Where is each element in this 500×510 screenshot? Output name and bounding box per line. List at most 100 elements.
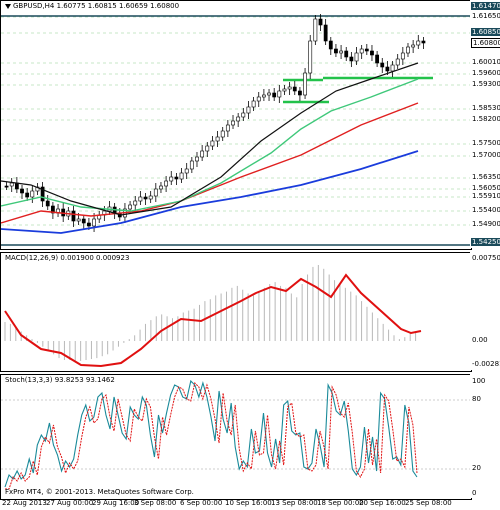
candle-body: [133, 200, 138, 206]
copyright-footer: FxPro MT4, © 2001-2013. MetaQuotes Softw…: [5, 488, 194, 496]
candle-body: [25, 192, 30, 198]
price-tick-label: 1.60850: [471, 28, 500, 36]
time-tick-label: 29 Aug 16:00: [92, 499, 140, 507]
candle-body: [328, 40, 333, 50]
collapse-triangle-icon: [5, 3, 11, 9]
time-tick-label: 13 Sep 08:00: [271, 499, 318, 507]
candle-body: [148, 195, 153, 200]
candle-body: [76, 218, 81, 222]
candle-body: [92, 218, 96, 227]
candle-body: [385, 66, 390, 72]
ma-green-line: [1, 78, 419, 212]
candle-body: [225, 124, 230, 132]
candle-body: [282, 88, 287, 92]
candle-body: [354, 52, 359, 62]
candle-body: [179, 172, 184, 180]
price-tick-label: 1.58530: [472, 104, 500, 112]
price-tick-label: 1.58200: [472, 115, 500, 123]
price-tick-label: 1.56050: [472, 184, 500, 192]
stoch-label: Stoch(13,3,3) 93.8253 93.1462: [5, 376, 115, 384]
candle-body: [421, 40, 426, 44]
price-tick-label: 1.61650: [472, 12, 500, 20]
stoch-tick-label: 0: [472, 489, 477, 497]
stoch-tick-label: 100: [472, 377, 486, 385]
candle-body: [210, 140, 215, 147]
candle-body: [128, 204, 132, 210]
macd-plot: [4, 265, 422, 368]
candle-body: [375, 54, 380, 64]
candle-body: [277, 90, 282, 98]
candle-body: [272, 92, 277, 98]
time-tick-label: 6 Sep 00:00: [180, 499, 223, 507]
price-axis: 1.61470 1.61650 1.60850 1.60800 1.60010 1.596…: [470, 0, 500, 248]
price-tick-label: 1.55400: [472, 206, 500, 214]
symbol-label: GBPUSD,H4: [13, 2, 55, 10]
candle-body: [138, 196, 143, 202]
candle-body: [30, 190, 35, 198]
candle-body: [87, 222, 91, 227]
price-tick-label: 1.54250: [471, 238, 500, 246]
candle-body: [292, 86, 297, 92]
price-tick-label: 1.56350: [472, 173, 500, 181]
macd-tick-label: 0.00: [472, 336, 488, 344]
candle-body: [20, 188, 24, 194]
time-tick-label: 27 Aug 00:00: [46, 499, 94, 507]
candle-body: [251, 100, 256, 108]
price-tick-label: 1.54900: [472, 220, 500, 228]
time-tick-label: 10 Sep 16:00: [225, 499, 272, 507]
candle-body: [184, 168, 189, 174]
candle-body: [359, 48, 364, 54]
candle-body: [318, 18, 323, 26]
candle-body: [411, 44, 416, 48]
candle-body: [143, 196, 148, 200]
candle-body: [395, 58, 400, 66]
macd-label: MACD(12,26,9) 0.001900 0.000923: [5, 254, 130, 262]
candle-body: [303, 72, 307, 96]
candle-body: [380, 62, 385, 68]
candle-body: [334, 48, 338, 54]
candle-body: [390, 64, 395, 72]
time-tick-label: 20 Sep 16:00: [359, 499, 406, 507]
candle-body: [164, 180, 169, 187]
stoch-pane[interactable]: Stoch(13,3,3) 93.8253 93.1462 FxPro MT4,…: [0, 374, 472, 500]
candle-body: [45, 200, 50, 207]
candle-body: [4, 185, 9, 188]
candle-body: [195, 156, 199, 162]
candle-body: [241, 112, 246, 118]
candle-body: [215, 136, 220, 142]
price-tick-label: 1.57500: [472, 139, 500, 147]
candle-body: [231, 120, 235, 126]
candle-body: [287, 86, 292, 90]
macd-signal-line: [4, 273, 422, 368]
time-tick-label: 22 Aug 2013: [2, 499, 47, 507]
candle-body: [313, 18, 318, 42]
candle-body: [236, 116, 241, 122]
candle-body: [400, 52, 405, 60]
macd-pane[interactable]: MACD(12,26,9) 0.001900 0.000923: [0, 252, 472, 372]
candle-body: [153, 188, 158, 197]
stoch-plot: [1, 379, 471, 490]
time-tick-label: 18 Sep 00:00: [317, 499, 364, 507]
candle-body: [349, 56, 354, 62]
candle-body: [339, 50, 343, 54]
price-chart-pane[interactable]: GBPUSD,H4 1.60775 1.60815 1.60659 1.6080…: [0, 0, 472, 250]
candle-body: [298, 90, 302, 96]
price-tick-label: 1.61470: [471, 2, 500, 10]
candle-body: [9, 182, 14, 187]
time-tick-label: 25 Sep 08:00: [405, 499, 452, 507]
candle-body: [174, 176, 179, 180]
chart-header: GBPUSD,H4 1.60775 1.60815 1.60659 1.6080…: [5, 2, 179, 10]
candle-body: [364, 48, 369, 52]
candle-body: [205, 145, 210, 152]
price-tick-label: 1.55910: [472, 192, 500, 200]
candle-body: [200, 150, 205, 158]
candle-body: [370, 50, 374, 56]
candle-body: [189, 160, 194, 170]
stoch-tick-label: 80: [472, 395, 481, 403]
price-plot: [1, 14, 471, 246]
candle-body: [246, 106, 251, 114]
candle-body: [71, 210, 76, 222]
candle-body: [220, 130, 225, 138]
macd-tick-label: -0.002817: [472, 360, 500, 368]
stoch-axis: 100 80 20 0: [470, 374, 500, 498]
